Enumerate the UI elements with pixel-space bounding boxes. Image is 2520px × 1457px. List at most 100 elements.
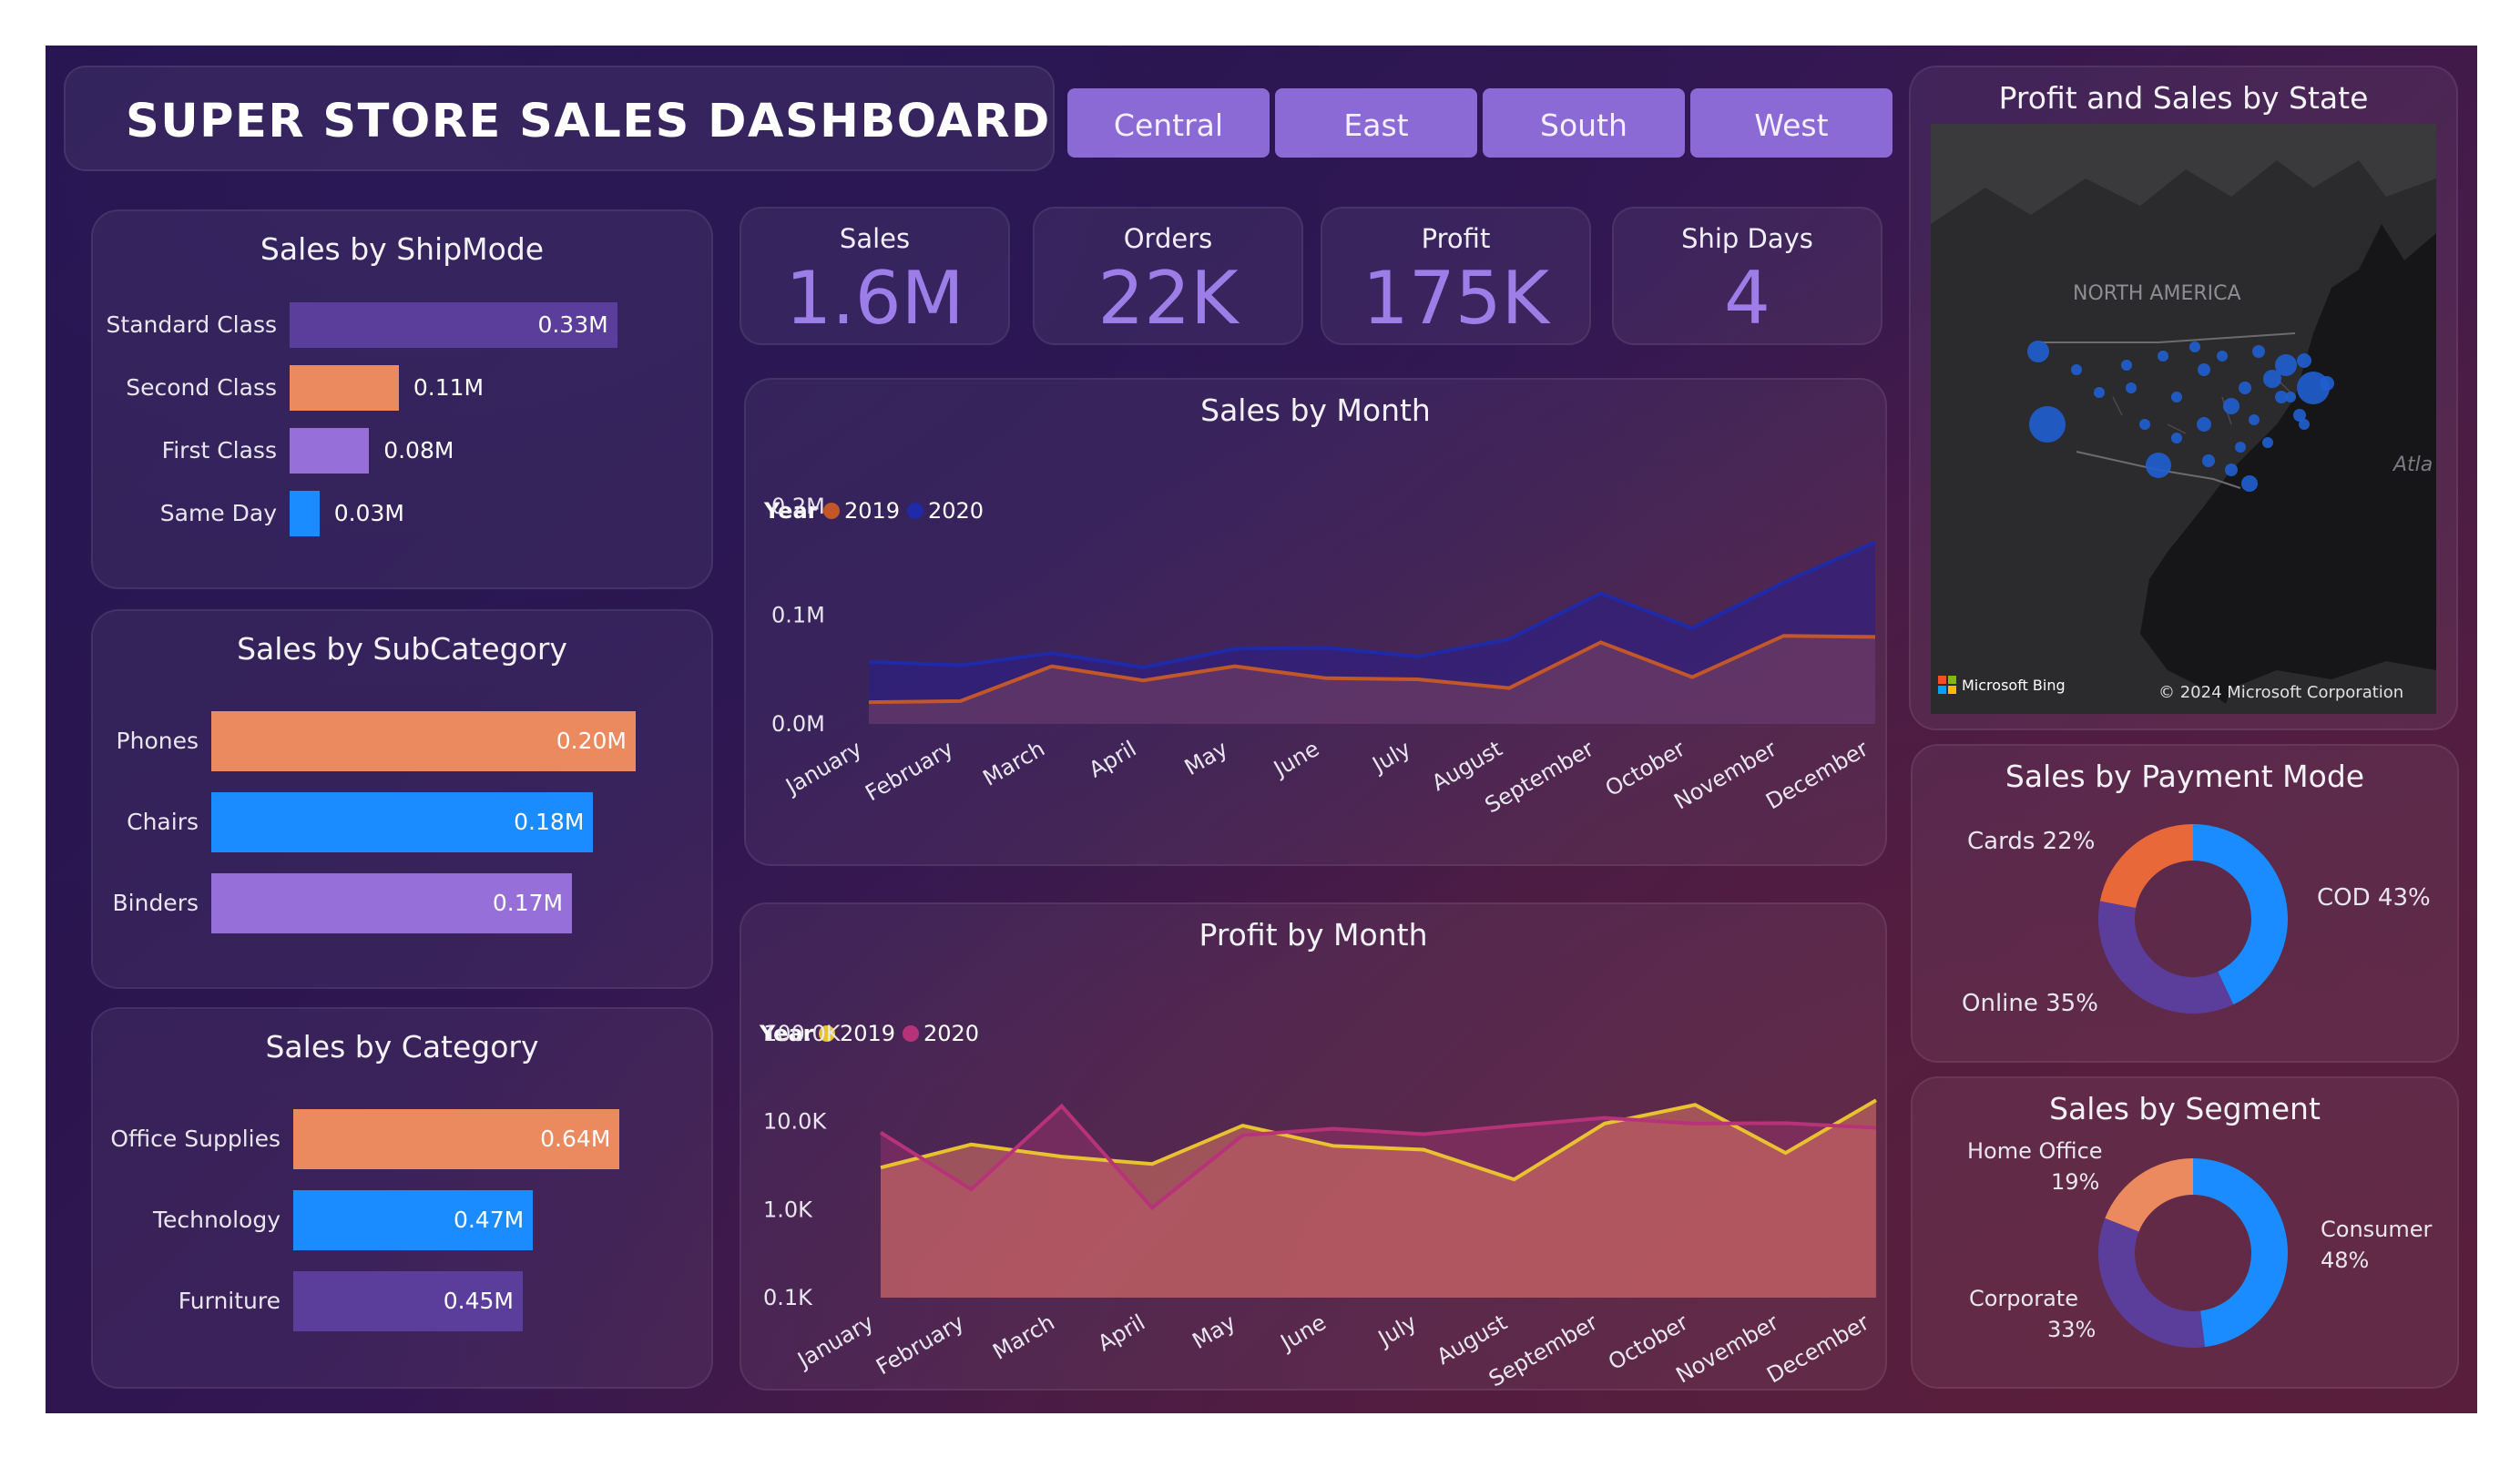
donut-slice[interactable] <box>2098 901 2234 1014</box>
x-tick-label: January <box>791 1309 878 1374</box>
x-tick-label: December <box>1761 736 1872 815</box>
title-box: SUPER STORE SALES DASHBOARD <box>64 66 1055 171</box>
state-bubble[interactable] <box>2126 382 2137 393</box>
profit-month-card: Profit by Month Year 2019 2020 0.1K 1.0K 10.0… <box>740 902 1887 1392</box>
state-bubble[interactable] <box>2171 433 2182 443</box>
dashboard-title: SUPER STORE SALES DASHBOARD <box>126 95 1051 148</box>
state-bubble[interactable] <box>2027 341 2049 362</box>
state-bubble[interactable] <box>2189 341 2200 352</box>
kpi-orders-card: Orders 22K <box>1033 207 1303 345</box>
payment-label-cards: Cards 22% <box>1967 828 2096 855</box>
y-tick-label: 10.0K <box>763 1109 827 1135</box>
state-map[interactable]: NORTH AMERICA Atla Microsoft Bing © 2024… <box>1931 124 2436 714</box>
kpi-shipdays-label: Ship Days <box>1681 223 1813 254</box>
x-tick-label: February <box>872 1309 968 1380</box>
state-bubble[interactable] <box>2139 419 2150 430</box>
tab-east[interactable]: East <box>1275 88 1477 158</box>
map-ocean-label: Atla <box>2393 453 2433 476</box>
x-tick-label: May <box>1180 736 1232 780</box>
x-tick-label: November <box>1669 736 1780 815</box>
bar-label: Furniture <box>178 1288 281 1314</box>
map-region-label: NORTH AMERICA <box>2073 282 2241 305</box>
bar-value-label: 0.33M <box>537 311 608 338</box>
x-tick-label: November <box>1672 1309 1783 1389</box>
bar[interactable] <box>290 428 370 474</box>
dashboard: SUPER STORE SALES DASHBOARD Central East… <box>46 46 2477 1413</box>
tab-west[interactable]: West <box>1690 88 1893 158</box>
donut-slice[interactable] <box>2105 1158 2193 1232</box>
state-bubble[interactable] <box>2297 353 2311 368</box>
kpi-sales-value: 1.6M <box>785 256 964 341</box>
state-bubble[interactable] <box>2198 363 2210 376</box>
map-copyright: © 2024 Microsoft Corporation <box>2158 683 2404 702</box>
bar-value-label: 0.64M <box>540 1126 611 1152</box>
x-tick-label: April <box>1094 1309 1150 1357</box>
state-bubble[interactable] <box>2252 345 2265 358</box>
y-tick-label: 0.1K <box>763 1285 813 1310</box>
state-bubble[interactable] <box>2197 417 2211 432</box>
kpi-shipdays-card: Ship Days 4 <box>1612 207 1882 345</box>
subcategory-card: Sales by SubCategory Phones 0.20M Chairs 0.… <box>91 609 713 989</box>
bar-value-label: 0.47M <box>453 1207 525 1233</box>
y-tick-label: 100.0K <box>763 1021 842 1046</box>
bar-label: Binders <box>112 890 199 916</box>
map-layer <box>1931 124 2436 714</box>
x-tick-label: April <box>1085 736 1141 783</box>
state-bubble[interactable] <box>2275 391 2288 403</box>
donut-slice[interactable] <box>2099 824 2193 909</box>
kpi-profit-value: 175K <box>1362 256 1550 341</box>
state-bubble[interactable] <box>2241 475 2258 492</box>
segment-card: Sales by Segment Home Office 19% Consume… <box>1911 1076 2459 1389</box>
bar-label: Second Class <box>126 374 277 401</box>
state-bubble[interactable] <box>2262 437 2273 448</box>
state-bubble[interactable] <box>2171 392 2182 402</box>
bar-label: Same Day <box>159 500 277 526</box>
bar-label: Office Supplies <box>110 1126 281 1152</box>
state-bubble[interactable] <box>2202 454 2215 467</box>
x-tick-label: May <box>1188 1309 1240 1354</box>
state-bubble[interactable] <box>2121 360 2132 371</box>
segment-pct-homeoffice: 19% <box>2051 1169 2100 1195</box>
legend-label: 2020 <box>928 498 984 524</box>
state-bubble[interactable] <box>2029 406 2066 443</box>
bar-value-label: 0.17M <box>492 890 564 916</box>
state-bubble[interactable] <box>2225 464 2238 476</box>
state-bubble[interactable] <box>2071 364 2082 375</box>
y-tick-label: 0.2M <box>771 494 825 519</box>
category-card: Sales by Category Office Supplies 0.64M Te… <box>91 1007 713 1389</box>
state-bubble[interactable] <box>2217 351 2228 362</box>
legend-marker <box>823 503 840 519</box>
state-bubble[interactable] <box>2223 398 2239 414</box>
bar-value-label: 0.18M <box>514 809 585 835</box>
bar[interactable] <box>290 491 320 536</box>
donut-slice[interactable] <box>2193 1158 2289 1348</box>
state-bubble[interactable] <box>2239 382 2251 394</box>
segment-label-corporate: Corporate <box>1969 1286 2078 1311</box>
x-tick-label: June <box>1268 736 1323 782</box>
donut-slice[interactable] <box>2098 1218 2206 1348</box>
map-brand-label: Microsoft Bing <box>1962 676 2066 694</box>
legend-label: 2019 <box>840 1021 895 1046</box>
state-bubble[interactable] <box>2275 354 2297 376</box>
state-bubble[interactable] <box>2293 409 2306 422</box>
tab-central[interactable]: Central <box>1067 88 1270 158</box>
bar-value-label: 0.03M <box>333 500 404 526</box>
legend-label: 2019 <box>844 498 900 524</box>
state-bubble[interactable] <box>2158 351 2168 362</box>
tab-south[interactable]: South <box>1483 88 1685 158</box>
payment-label-cod: COD 43% <box>2317 884 2431 912</box>
state-bubble[interactable] <box>2235 442 2246 453</box>
sales-month-card: Sales by Month Year 2019 2020 0.0M 0.1M 0.2M J… <box>744 378 1887 866</box>
x-tick-label: July <box>1367 736 1415 779</box>
state-bubble[interactable] <box>2094 387 2105 398</box>
state-bubble[interactable] <box>2249 414 2260 425</box>
state-bubble[interactable] <box>2146 453 2171 478</box>
category-title: Sales by Category <box>265 1029 539 1065</box>
x-tick-label: July <box>1372 1309 1421 1352</box>
y-tick-label: 0.1M <box>771 603 825 628</box>
microsoft-logo-icon <box>1938 676 1956 694</box>
bar[interactable] <box>290 365 399 411</box>
payment-card: Sales by Payment Mode Cards 22% COD 43% … <box>1911 744 2459 1063</box>
state-bubble[interactable] <box>2320 376 2334 391</box>
x-tick-label: March <box>979 736 1049 791</box>
